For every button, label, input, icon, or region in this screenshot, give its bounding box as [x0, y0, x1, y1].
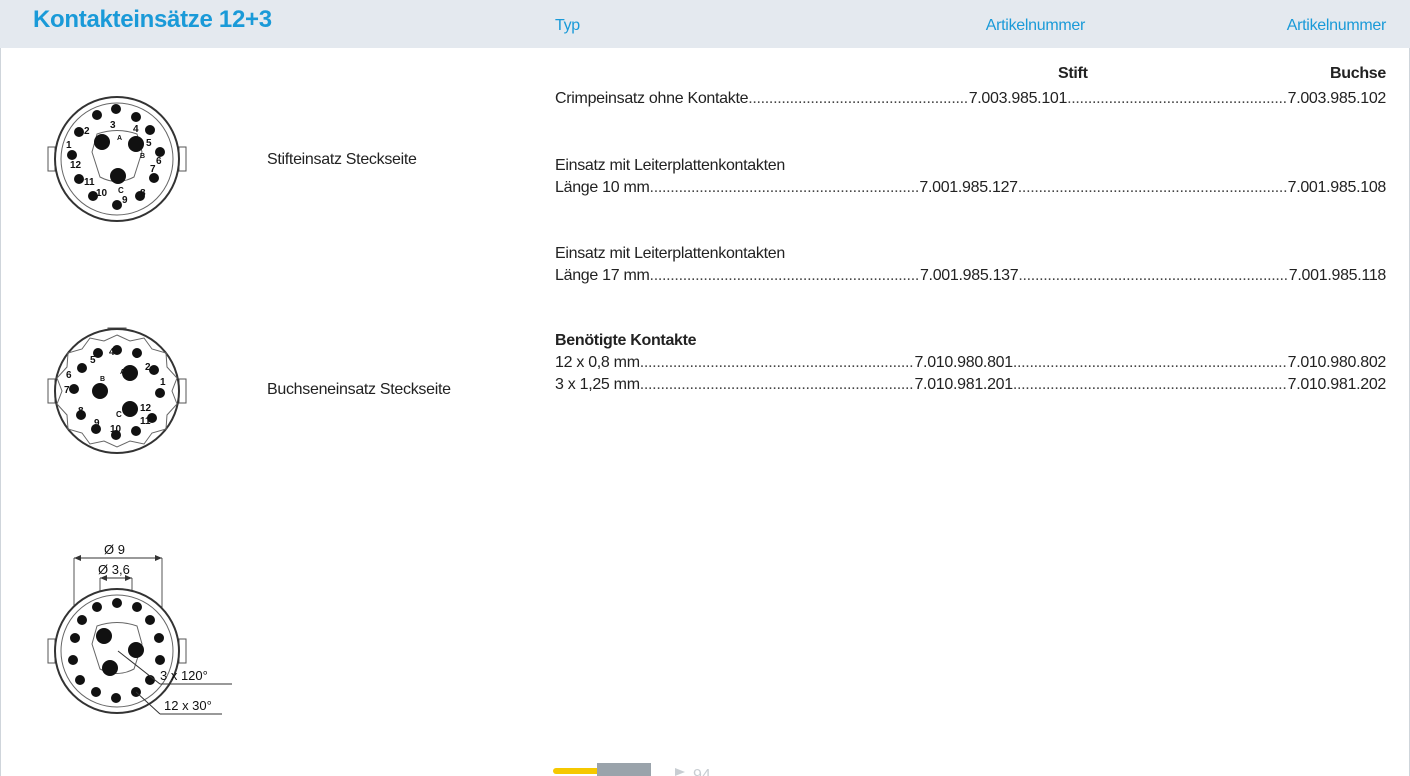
stift-pin-10: 10 [96, 188, 108, 199]
table-row: 12 x 0,8 mm 7.010.980.801 7.010.980.802 [555, 352, 1386, 374]
leader-dots [1018, 177, 1288, 199]
stift-pin-A: A [117, 135, 122, 142]
stift-pin-12: 12 [70, 160, 82, 171]
buchse-pin-8: 8 [78, 406, 84, 417]
leader-dots [1018, 265, 1288, 287]
buchse-pin-7: 7 [64, 385, 70, 396]
table-header: Kontakteinsätze 12+3 Typ Artikelnummer A… [0, 0, 1410, 48]
stift-pin-C: C [118, 186, 124, 195]
table-row: Crimpeinsatz ohne Kontakte 7.003.985.101… [555, 88, 1386, 110]
subheader-buchse: Buchse [1330, 65, 1386, 82]
page-border-left [0, 48, 1, 776]
stift-pin-8: 8 [140, 188, 146, 199]
buchse-pin-3: 3 [134, 350, 140, 361]
stift-pin-4: 4 [133, 124, 139, 135]
column-header-artikel-stift: Artikelnummer [985, 17, 1086, 34]
stifteinsatz-label: Stifteinsatz Steckseite [267, 151, 417, 168]
contact-pin-icon: 94 [553, 763, 711, 776]
buchse-pin-11: 11 [140, 416, 151, 427]
row-heading: Einsatz mit Leiterplattenkontakten [555, 245, 785, 262]
stift-pin-3: 3 [110, 120, 116, 131]
dim-angle-small-label: 12 x 30° [164, 698, 212, 713]
footer-page-ref: 94 [693, 767, 711, 776]
column-header-artikel-buchse: Artikelnummer [1286, 17, 1387, 34]
stift-pin-6: 6 [156, 156, 162, 167]
dimension-diagram: Ø 9 Ø 3,6 3 x 120° 12 x 30° [47, 542, 232, 715]
buchse-pin-5: 5 [90, 355, 96, 366]
leader-dots [640, 352, 915, 374]
buchse-number: 7.001.985.108 [1287, 179, 1387, 196]
leader-dots [1067, 88, 1287, 110]
stift-pin-B: B [140, 153, 145, 160]
buchse-pin-B: B [100, 376, 105, 383]
row-leiterplatten-17: Einsatz mit Leiterplattenkontakten Länge… [555, 243, 1386, 287]
buchseneinsatz-diagram: 1 2 3 4 5 6 7 8 9 10 11 12 A B C [47, 327, 187, 454]
stift-pin-7: 7 [150, 164, 156, 175]
stift-number: 7.003.985.101 [968, 90, 1068, 107]
table-row: Länge 17 mm 7.001.985.137 7.001.985.118 [555, 265, 1386, 287]
stift-pin-5: 5 [146, 138, 152, 149]
stift-number: 7.010.981.201 [914, 376, 1013, 393]
buchseneinsatz-label: Buchseneinsatz Steckseite [267, 381, 451, 398]
row-heading: Einsatz mit Leiterplattenkontakten [555, 157, 785, 174]
page-title: Kontakteinsätze 12+3 [33, 6, 272, 33]
buchse-pin-C: C [116, 410, 122, 419]
leader-dots [1013, 374, 1288, 396]
row-crimpeinsatz: Crimpeinsatz ohne Kontakte 7.003.985.101… [555, 88, 1386, 110]
buchse-pin-12: 12 [140, 403, 152, 414]
row-heading: Benötigte Kontakte [555, 332, 697, 349]
stift-number: 7.001.985.137 [919, 267, 1019, 284]
buchse-pin-10: 10 [110, 424, 122, 435]
leader-dots [650, 177, 920, 199]
row-name: Länge 17 mm [555, 267, 650, 284]
dim-outer-label: Ø 9 [104, 542, 125, 557]
row-name: Länge 10 mm [555, 179, 650, 196]
table-row: Länge 10 mm 7.001.985.127 7.001.985.108 [555, 177, 1386, 199]
row-name: Crimpeinsatz ohne Kontakte [555, 90, 749, 107]
stift-pin-1: 1 [66, 140, 72, 151]
leader-dots [1013, 352, 1288, 374]
buchse-number: 7.001.985.118 [1288, 267, 1387, 284]
row-leiterplatten-10: Einsatz mit Leiterplattenkontakten Länge… [555, 155, 1386, 199]
row-kontakte: Benötigte Kontakte 12 x 0,8 mm 7.010.980… [555, 330, 1386, 396]
buchse-number: 7.003.985.102 [1287, 90, 1387, 107]
dim-angle-large-label: 3 x 120° [160, 668, 208, 683]
column-header-typ: Typ [555, 17, 580, 34]
subheader-stift: Stift [1058, 65, 1088, 82]
buchse-pin-9: 9 [94, 418, 100, 429]
stift-number: 7.001.985.127 [919, 179, 1018, 196]
buchse-pin-1: 1 [160, 377, 166, 388]
buchse-number: 7.010.980.802 [1287, 354, 1387, 371]
buchse-pin-A: A [120, 369, 125, 376]
leader-dots [640, 374, 915, 396]
buchse-number: 7.010.981.202 [1287, 376, 1387, 393]
stift-pin-2: 2 [84, 126, 90, 137]
stift-pin-11: 11 [84, 177, 95, 188]
leader-dots [650, 265, 920, 287]
buchse-pin-4: 4 [109, 347, 115, 358]
dim-inner-label: Ø 3,6 [98, 562, 130, 577]
leader-dots [748, 88, 968, 110]
buchse-pin-6: 6 [66, 370, 72, 381]
row-name: 3 x 1,25 mm [555, 376, 640, 393]
stifteinsatz-diagram: 1 2 3 4 5 6 7 8 9 10 11 12 A B C [47, 96, 187, 222]
table-row: 3 x 1,25 mm 7.010.981.201 7.010.981.202 [555, 374, 1386, 396]
stift-pin-9: 9 [122, 195, 128, 206]
catalog-page: Kontakteinsätze 12+3 Typ Artikelnummer A… [0, 0, 1410, 776]
stift-number: 7.010.980.801 [914, 354, 1013, 371]
row-name: 12 x 0,8 mm [555, 354, 640, 371]
buchse-pin-2: 2 [145, 362, 151, 373]
